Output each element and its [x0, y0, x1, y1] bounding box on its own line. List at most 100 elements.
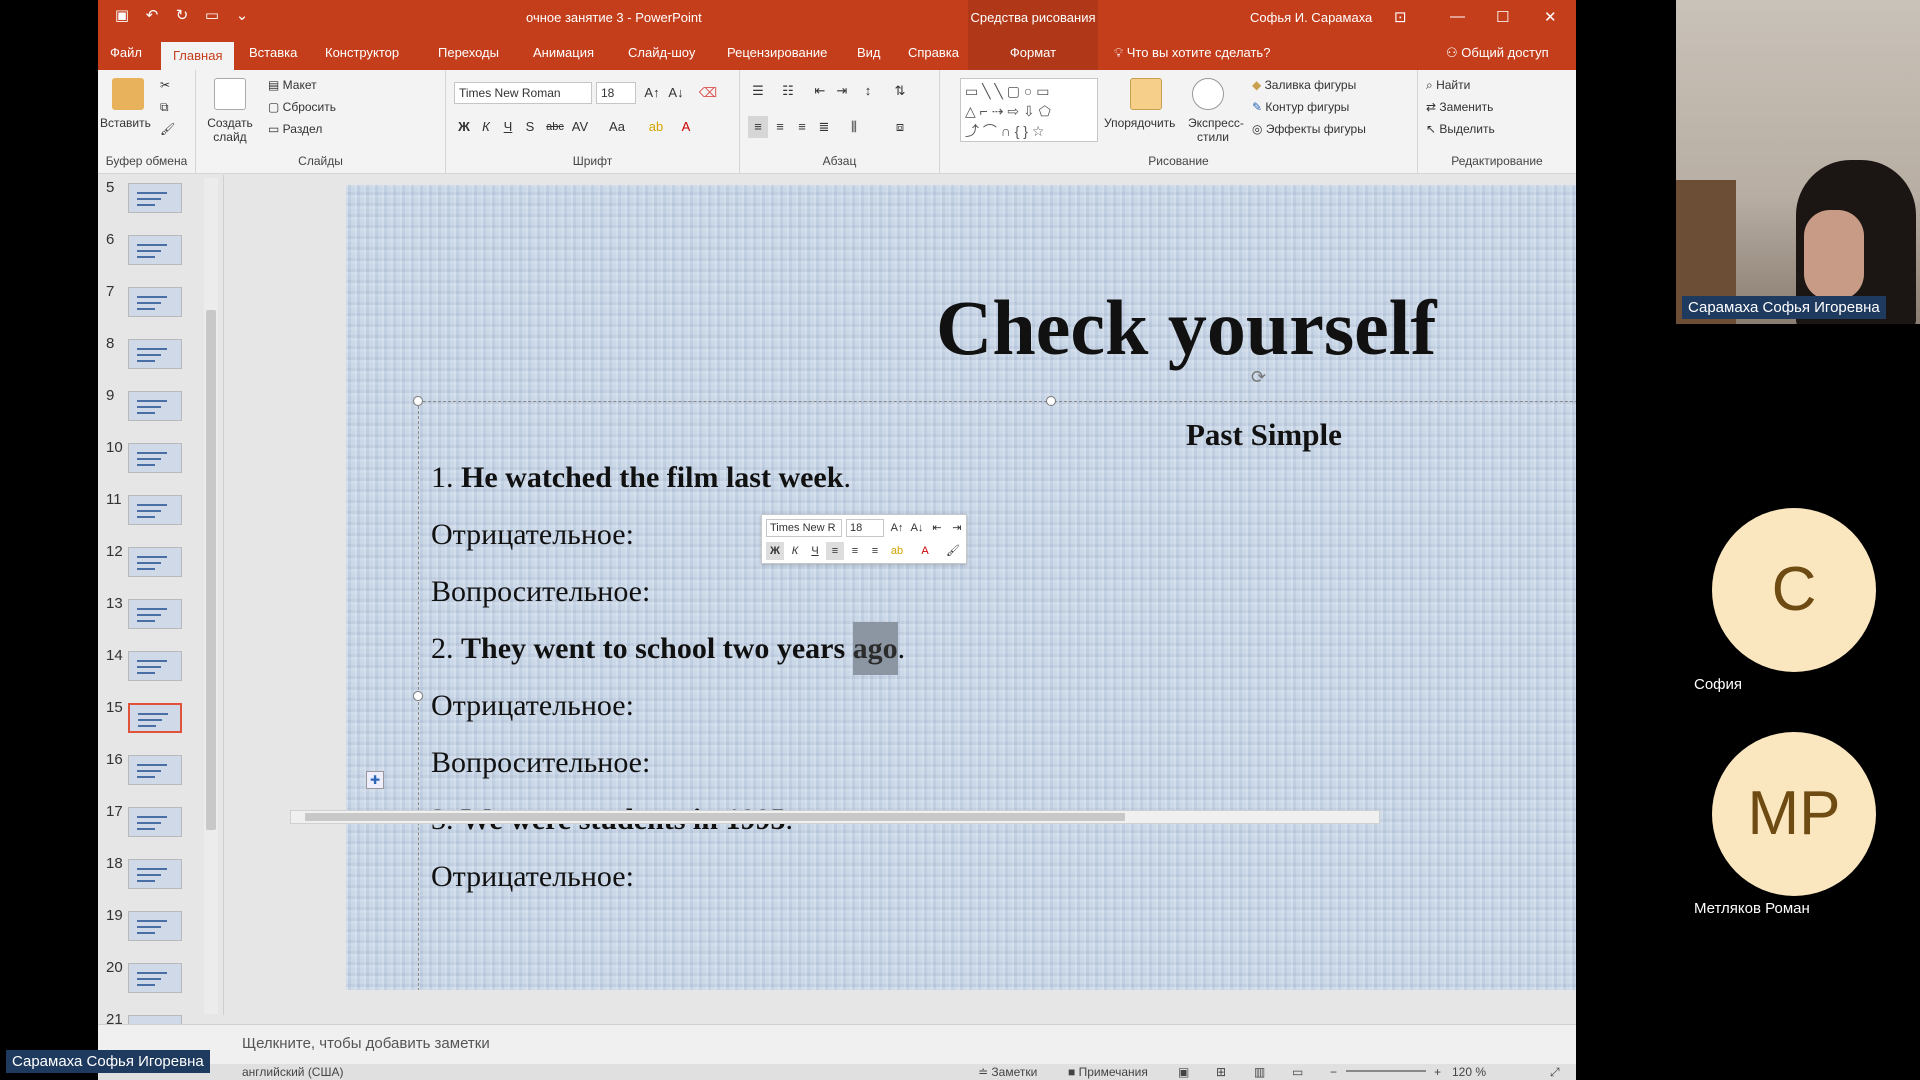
- mini-shrink-font-icon[interactable]: A↓: [908, 519, 926, 537]
- bullets-icon[interactable]: ☰: [748, 80, 768, 102]
- rotate-handle-icon[interactable]: ⟳: [1251, 367, 1266, 388]
- slide-thumbnail[interactable]: [128, 391, 182, 421]
- mini-grow-font-icon[interactable]: A↑: [888, 519, 906, 537]
- decrease-indent-icon[interactable]: ⇤: [810, 80, 830, 102]
- new-slide-button[interactable]: Создать слайд: [204, 116, 256, 144]
- customize-toolbar-icon[interactable]: ⌄: [234, 8, 250, 24]
- slide-thumbnail[interactable]: [128, 547, 182, 577]
- increase-font-icon[interactable]: A↑: [642, 82, 662, 104]
- section-button[interactable]: ▭ Раздел: [268, 122, 322, 136]
- bold-button[interactable]: Ж: [454, 116, 474, 138]
- align-center-icon[interactable]: ≡: [770, 116, 790, 138]
- align-left-icon[interactable]: ≡: [748, 116, 768, 138]
- zoom-level[interactable]: 120 %: [1452, 1065, 1486, 1079]
- character-spacing-icon[interactable]: AV: [570, 116, 590, 138]
- negative-label[interactable]: Отрицательное:: [431, 518, 634, 552]
- comments-toggle[interactable]: ■ Примечания: [1068, 1065, 1148, 1079]
- mini-align-center-icon[interactable]: ≡: [846, 542, 864, 560]
- slide-thumbnail[interactable]: [128, 807, 182, 837]
- close-icon[interactable]: ✕: [1544, 8, 1557, 26]
- share-button[interactable]: ⚇ Общий доступ: [1446, 36, 1549, 70]
- highlight-icon[interactable]: ab: [646, 116, 666, 138]
- tab-design[interactable]: Конструктор: [313, 36, 411, 70]
- slide-thumbnail[interactable]: [128, 287, 182, 317]
- font-family-select[interactable]: Times New Roman: [454, 82, 592, 104]
- question-label[interactable]: Вопросительное:: [431, 575, 650, 609]
- reading-view-icon[interactable]: ▥: [1254, 1065, 1265, 1079]
- thumbnails-scroll-thumb[interactable]: [206, 310, 216, 830]
- clear-formatting-icon[interactable]: ⌫: [698, 82, 718, 104]
- tab-animations[interactable]: Анимация: [521, 36, 606, 70]
- exercise-sentence[interactable]: 1. He watched the film last week.: [431, 461, 851, 495]
- tab-transitions[interactable]: Переходы: [426, 36, 511, 70]
- paste-button[interactable]: Вставить: [100, 116, 151, 130]
- slide-thumbnail[interactable]: [128, 183, 182, 213]
- slide[interactable]: Check yourself ⟳ Past Simple 1. He watch…: [346, 185, 1576, 990]
- paste-icon[interactable]: [112, 78, 144, 110]
- mini-font-color-icon[interactable]: A: [916, 542, 934, 560]
- slide-title[interactable]: Check yourself: [936, 283, 1436, 373]
- selected-text[interactable]: ago: [852, 622, 898, 675]
- undo-icon[interactable]: ↶: [144, 8, 160, 24]
- copy-icon[interactable]: ⧉: [160, 100, 169, 115]
- zoom-slider[interactable]: [1346, 1070, 1426, 1072]
- mini-italic-button[interactable]: К: [786, 542, 804, 560]
- justify-icon[interactable]: ≣: [814, 116, 834, 138]
- shape-fill-button[interactable]: ◆ Заливка фигуры: [1252, 78, 1356, 92]
- resize-handle[interactable]: [1046, 396, 1056, 406]
- save-icon[interactable]: ▣: [114, 8, 130, 24]
- mini-highlight-icon[interactable]: ab: [888, 542, 906, 560]
- slide-thumbnail[interactable]: [128, 859, 182, 889]
- account-name[interactable]: Софья И. Сарамаха: [1250, 10, 1372, 25]
- slide-thumbnail[interactable]: [128, 599, 182, 629]
- tab-insert[interactable]: Вставка: [237, 36, 309, 70]
- numbering-icon[interactable]: ☷: [778, 80, 798, 102]
- layout-button[interactable]: ▤ Макет: [268, 78, 317, 92]
- tab-file[interactable]: Файл: [98, 36, 154, 70]
- slide-thumbnail[interactable]: [128, 495, 182, 525]
- tab-help[interactable]: Справка: [896, 36, 971, 70]
- increase-indent-icon[interactable]: ⇥: [832, 80, 852, 102]
- participant-avatar[interactable]: МР: [1712, 732, 1876, 896]
- arrange-icon[interactable]: [1130, 78, 1162, 110]
- tab-home[interactable]: Главная: [161, 42, 235, 70]
- tab-format[interactable]: Формат: [968, 36, 1098, 70]
- resize-handle[interactable]: [413, 396, 423, 406]
- participant-avatar[interactable]: С: [1712, 508, 1876, 672]
- decrease-font-icon[interactable]: A↓: [666, 82, 686, 104]
- minimize-icon[interactable]: —: [1450, 8, 1465, 25]
- fit-slide-icon[interactable]: ⤢: [1550, 1065, 1560, 1080]
- shape-effects-button[interactable]: ◎ Эффекты фигуры: [1252, 122, 1366, 136]
- new-slide-icon[interactable]: [214, 78, 246, 110]
- tell-me-search[interactable]: 💡︎ Что вы хотите сделать?: [1114, 36, 1270, 70]
- slide-thumbnail[interactable]: [128, 963, 182, 993]
- mini-align-left-icon[interactable]: ≡: [826, 542, 844, 560]
- slide-subtitle[interactable]: Past Simple: [1186, 417, 1342, 453]
- tab-review[interactable]: Рецензирование: [715, 36, 839, 70]
- smartart-icon[interactable]: ⧈: [890, 116, 910, 138]
- tab-slideshow[interactable]: Слайд-шоу: [616, 36, 707, 70]
- shape-outline-button[interactable]: ✎ Контур фигуры: [1252, 100, 1349, 114]
- mini-format-painter-icon[interactable]: 🖌︎: [944, 542, 962, 560]
- start-slideshow-icon[interactable]: ▭: [204, 8, 220, 24]
- format-painter-icon[interactable]: 🖌︎: [160, 122, 175, 136]
- slide-thumbnail[interactable]: [128, 703, 182, 733]
- notes-toggle[interactable]: ≐ Заметки: [978, 1065, 1037, 1079]
- quick-styles-icon[interactable]: [1192, 78, 1224, 110]
- strikethrough-button[interactable]: abc: [542, 116, 568, 138]
- quick-styles-button[interactable]: Экспресс-стили: [1188, 116, 1244, 144]
- exercise-sentence[interactable]: 2. They went to school two years ago.: [431, 622, 905, 675]
- underline-button[interactable]: Ч: [498, 116, 518, 138]
- mini-underline-button[interactable]: Ч: [806, 542, 824, 560]
- zoom-out-icon[interactable]: −: [1330, 1065, 1337, 1079]
- columns-icon[interactable]: ⫼: [844, 116, 864, 138]
- slide-thumbnail[interactable]: [128, 911, 182, 941]
- slide-horizontal-scrollbar[interactable]: [290, 810, 1380, 824]
- horizontal-scroll-thumb[interactable]: [305, 813, 1125, 821]
- shapes-gallery[interactable]: ▭ ╲ ╲ ▢ ○ ▭ △ ⌐ ⇢ ⇨ ⇩ ⬠ ⤴ ⌒ ∩ { } ☆: [960, 78, 1098, 142]
- italic-button[interactable]: К: [476, 116, 496, 138]
- text-direction-icon[interactable]: ⇅: [890, 80, 910, 102]
- slide-thumbnail[interactable]: [128, 339, 182, 369]
- change-case-button[interactable]: Aa: [604, 116, 630, 138]
- mini-align-right-icon[interactable]: ≡: [866, 542, 884, 560]
